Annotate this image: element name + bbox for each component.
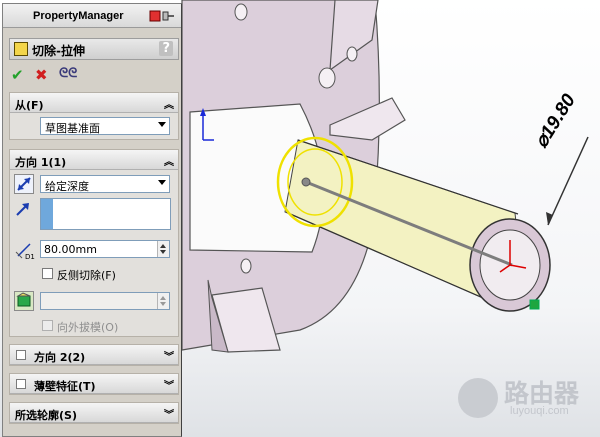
collapse-icon[interactable]: ︽ — [164, 153, 174, 168]
depth-icon: D1 — [14, 240, 36, 261]
direction1-label: 方向 1(1) — [15, 156, 67, 169]
property-manager-header: PropertyManager — [3, 4, 181, 28]
thin-feature-checkbox[interactable] — [16, 379, 26, 389]
property-manager: PropertyManager 切除-拉伸 ? ✔ ✖ ᘓᘓ 从(F) ︽ 草图… — [2, 3, 182, 437]
expand-icon[interactable]: ︾ — [164, 348, 174, 363]
direction2-header[interactable]: 方向 2(2) ︾ — [10, 345, 178, 365]
reverse-direction-icon[interactable] — [14, 174, 34, 194]
feature-title-bar: 切除-拉伸 ? — [9, 38, 179, 60]
selected-contours-group: 所选轮廓(S) ︾ — [9, 402, 179, 424]
draft-angle-spinner[interactable] — [157, 293, 169, 309]
feature-name: 切除-拉伸 — [32, 44, 85, 58]
selected-contours-header[interactable]: 所选轮廓(S) ︾ — [10, 403, 178, 423]
router-logo-icon — [458, 378, 498, 418]
selected-contours-label: 所选轮廓(S) — [15, 409, 77, 422]
from-label: 从(F) — [15, 99, 44, 112]
cut-extrude-icon — [14, 42, 28, 56]
draft-outward-checkbox — [42, 320, 53, 331]
flip-side-label: 反侧切除(F) — [57, 269, 116, 282]
help-icon[interactable]: ? — [159, 41, 173, 56]
draft-angle-input[interactable] — [40, 292, 170, 310]
hole-2 — [318, 67, 336, 89]
direction2-checkbox[interactable] — [16, 350, 26, 360]
dimension-leader — [547, 136, 589, 226]
collapse-icon[interactable]: ︽ — [164, 96, 174, 111]
hole-3 — [346, 46, 358, 62]
from-header[interactable]: 从(F) ︽ — [10, 93, 178, 113]
chevron-down-icon — [158, 180, 166, 185]
direction2-group: 方向 2(2) ︾ — [9, 344, 179, 366]
action-buttons: ✔ ✖ ᘓᘓ — [11, 66, 91, 84]
flip-side-checkbox[interactable] — [42, 268, 53, 279]
end-condition-select[interactable]: 给定深度 — [40, 175, 170, 193]
from-group: 从(F) ︽ 草图基准面 — [9, 92, 179, 140]
svg-text:D1: D1 — [25, 253, 35, 260]
direction-selection-box[interactable] — [40, 198, 171, 230]
watermark: 路由器 luyouqi.com — [458, 374, 598, 422]
end-condition-value: 给定深度 — [45, 180, 89, 193]
depth-input[interactable]: 80.00mm — [40, 240, 170, 258]
watermark-url: luyouqi.com — [510, 405, 569, 417]
direction1-group: 方向 1(1) ︽ 给定深度 D1 80.00mm 反侧切除(F) 向外拔模(O… — [9, 149, 179, 337]
draft-toggle-icon[interactable] — [14, 291, 34, 311]
chevron-down-icon — [158, 122, 166, 127]
thin-feature-label: 薄壁特征(T) — [34, 380, 96, 393]
depth-value: 80.00mm — [44, 243, 97, 256]
preview-glasses-icon[interactable]: ᘓᘓ — [59, 66, 77, 81]
direction2-label: 方向 2(2) — [34, 351, 86, 364]
check-icon[interactable]: ✔ — [11, 66, 24, 84]
from-start-value: 草图基准面 — [45, 122, 100, 135]
thin-feature-header[interactable]: 薄壁特征(T) ︾ — [10, 374, 178, 394]
from-start-select[interactable]: 草图基准面 — [40, 117, 170, 135]
expand-icon[interactable]: ︾ — [164, 406, 174, 421]
pin-icon[interactable] — [149, 9, 175, 23]
direction-vector-icon — [14, 200, 34, 220]
close-icon[interactable]: ✖ — [35, 66, 48, 84]
direction1-header[interactable]: 方向 1(1) ︽ — [10, 150, 178, 170]
thin-feature-group: 薄壁特征(T) ︾ — [9, 373, 179, 395]
hole-1 — [234, 3, 248, 21]
drag-handle — [529, 299, 540, 310]
property-manager-title: PropertyManager — [33, 10, 124, 22]
hole-4 — [240, 258, 252, 274]
expand-icon[interactable]: ︾ — [164, 377, 174, 392]
draft-outward-label: 向外拔模(O) — [57, 321, 119, 334]
depth-spinner[interactable] — [157, 241, 169, 257]
